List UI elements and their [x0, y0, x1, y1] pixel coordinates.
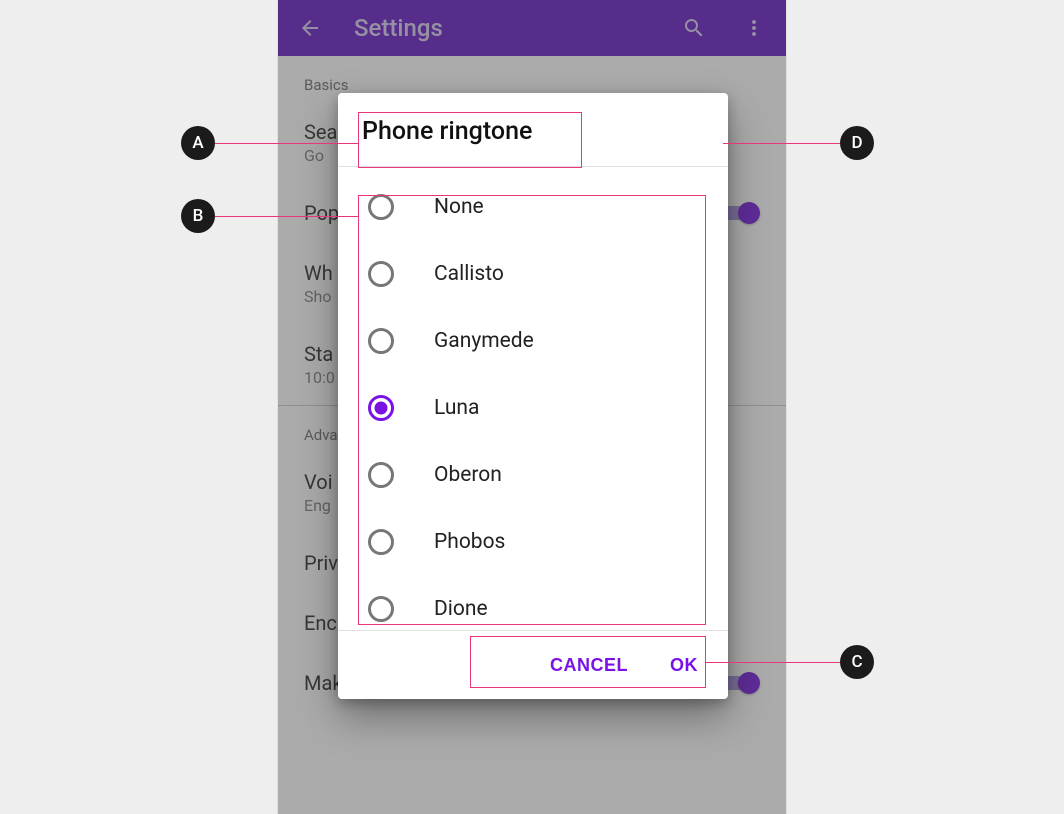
option-label: Callisto	[434, 262, 504, 286]
radio-icon	[368, 194, 394, 220]
ringtone-option[interactable]: Luna	[338, 374, 728, 441]
option-label: Luna	[434, 396, 479, 420]
annotation-line	[215, 143, 358, 144]
ringtone-option[interactable]: Oberon	[338, 441, 728, 508]
back-button[interactable]	[292, 10, 328, 46]
radio-icon	[368, 261, 394, 287]
radio-icon	[368, 462, 394, 488]
ringtone-dialog: Phone ringtone None Callisto Ganymede Luna O…	[338, 93, 728, 699]
radio-icon	[368, 328, 394, 354]
appbar-title: Settings	[354, 14, 676, 42]
dialog-actions: CANCEL OK	[338, 631, 728, 699]
appbar: Settings	[278, 0, 786, 56]
radio-icon	[368, 395, 394, 421]
cancel-button[interactable]: CANCEL	[550, 655, 628, 676]
dialog-title: Phone ringtone	[362, 117, 704, 146]
ringtone-option[interactable]: Callisto	[338, 240, 728, 307]
annotation-line	[215, 216, 358, 217]
annotation-badge-b: B	[181, 199, 215, 233]
option-label: Oberon	[434, 463, 502, 487]
arrow-back-icon	[298, 16, 322, 40]
ringtone-option[interactable]: Phobos	[338, 508, 728, 575]
ok-button[interactable]: OK	[670, 655, 698, 676]
annotation-badge-d: D	[840, 126, 874, 160]
annotation-line	[723, 143, 840, 144]
ringtone-option[interactable]: None	[338, 173, 728, 240]
option-label: Ganymede	[434, 329, 534, 353]
option-label: Phobos	[434, 530, 505, 554]
search-icon	[682, 16, 706, 40]
radio-icon	[368, 529, 394, 555]
annotation-badge-a: A	[181, 126, 215, 160]
annotation-line	[706, 662, 840, 663]
ringtone-option[interactable]: Ganymede	[338, 307, 728, 374]
option-label: Dione	[434, 597, 488, 621]
ringtone-option[interactable]: Dione	[338, 575, 728, 630]
overflow-button[interactable]	[736, 10, 772, 46]
more-vert-icon	[742, 16, 766, 40]
dialog-options[interactable]: None Callisto Ganymede Luna Oberon Phobos Dion…	[338, 167, 728, 630]
annotation-badge-c: C	[840, 645, 874, 679]
search-button[interactable]	[676, 10, 712, 46]
option-label: None	[434, 195, 484, 219]
radio-icon	[368, 596, 394, 622]
